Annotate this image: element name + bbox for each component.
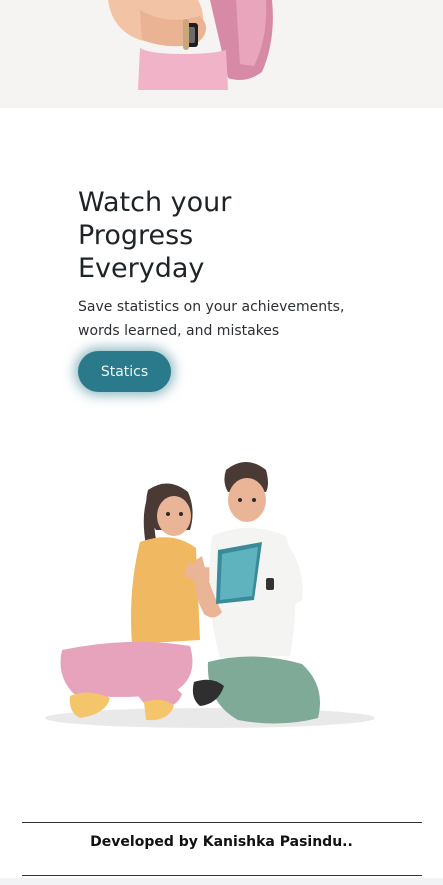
bottom-bar <box>0 878 443 885</box>
statics-button[interactable]: Statics <box>78 351 171 392</box>
footer-divider-top <box>22 822 422 823</box>
footer-credit: Developed by Kanishka Pasindu.. <box>90 834 353 850</box>
top-illustration-strip <box>0 0 443 108</box>
hero-subtitle: Save statistics on your achievements, wo… <box>78 299 345 339</box>
footer-divider-bottom <box>22 875 422 876</box>
page-title: Watch your Progress Everyday <box>78 187 232 284</box>
person-with-backpack-illustration <box>108 0 273 90</box>
hero-content: Watch your Progress Everyday Save statis… <box>78 186 398 343</box>
students-studying-illustration <box>45 462 375 728</box>
